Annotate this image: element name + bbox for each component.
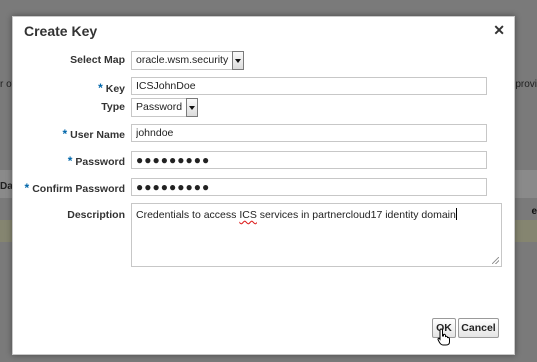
required-mark: * [98, 81, 103, 95]
description-text-end: services in partnercloud17 identity doma… [256, 209, 456, 221]
user-name-input[interactable] [131, 124, 487, 142]
close-icon[interactable]: ✕ [493, 22, 505, 38]
required-mark: * [62, 127, 68, 141]
create-key-dialog: Create Key ✕ Select Map oracle.wsm.secur… [12, 16, 515, 355]
key-input[interactable] [131, 77, 487, 95]
required-mark: * [24, 181, 30, 195]
background-column-header: Da [0, 181, 13, 192]
type-dropdown[interactable]: Password [131, 98, 199, 117]
confirm-password-label: * Confirm Password [25, 181, 125, 195]
background-column-header-right: e [531, 206, 537, 217]
description-textarea[interactable]: Credentials to access ICS services in pa… [131, 203, 502, 267]
cancel-button[interactable]: Cancel [458, 318, 499, 338]
dialog-title: Create Key [24, 23, 98, 39]
password-label-text: Password [75, 156, 125, 168]
resize-handle-icon[interactable] [492, 257, 499, 264]
confirm-password-label-text: Confirm Password [32, 183, 125, 195]
description-misspelled-word: ICS [239, 209, 257, 221]
background-text-right: provi [515, 79, 537, 90]
description-text-start: Credentials to access [136, 209, 240, 221]
select-map-value: oracle.wsm.security [131, 51, 233, 70]
key-label: * Key [98, 81, 125, 95]
required-mark: * [67, 154, 73, 168]
type-label: Type [101, 101, 125, 113]
confirm-password-field[interactable]: ●●●●●●●●● [131, 178, 487, 196]
select-map-label: Select Map [70, 54, 125, 66]
hand-cursor-icon [437, 328, 450, 346]
user-name-label: * User Name [62, 127, 125, 141]
user-name-label-text: User Name [70, 129, 125, 141]
key-label-text: Key [105, 83, 125, 95]
select-map-dropdown[interactable]: oracle.wsm.security [131, 51, 245, 70]
type-value: Password [131, 98, 187, 117]
password-field[interactable]: ●●●●●●●●● [131, 151, 487, 169]
chevron-down-icon[interactable] [186, 98, 199, 117]
text-caret [455, 208, 457, 220]
chevron-down-icon[interactable] [232, 51, 245, 70]
password-label: * Password [68, 154, 125, 168]
description-label: Description [67, 209, 125, 221]
